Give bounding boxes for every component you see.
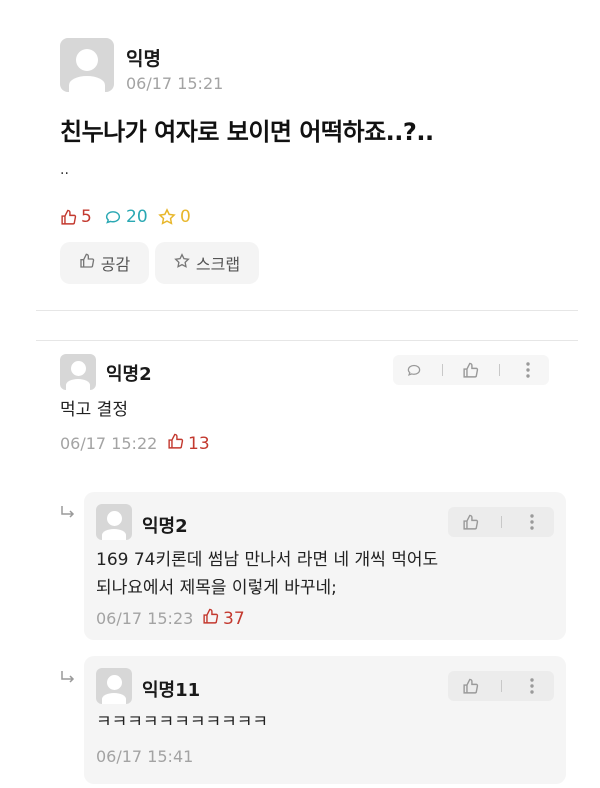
comment-toolbar (393, 355, 549, 385)
reply-like-count: 37 (202, 608, 245, 630)
post-divider (36, 310, 578, 311)
reply-author-avatar (96, 668, 132, 704)
reply-text-line1: 169 74키론데 썸남 만나서 라면 네 개씩 먹어도 (96, 550, 439, 570)
like-count-value: 13 (188, 434, 210, 454)
scrap-button-label: 스크랩 (195, 255, 241, 274)
comment-count-value: 20 (126, 207, 148, 227)
reply-arrow-icon (60, 505, 76, 525)
post-author-name: 익명 (126, 48, 161, 70)
reply-card: 익명11 ㅋㅋㅋㅋㅋㅋㅋㅋㅋㅋㅋ 06/17 15:41 (84, 656, 566, 784)
thumbs-up-icon[interactable] (456, 358, 486, 382)
reply-author-avatar (96, 504, 132, 540)
comments-divider (36, 340, 578, 341)
reply-card: 익명2 169 74키론데 썸남 만나서 라면 네 개씩 먹어도 되나요에서 제… (84, 492, 566, 640)
reply-author-name: 익명11 (142, 680, 201, 701)
reply-toolbar (448, 507, 554, 537)
thumbs-up-icon (202, 608, 219, 630)
post-body: .. (60, 162, 69, 178)
like-count-value: 5 (81, 207, 92, 227)
reply-icon[interactable] (399, 358, 429, 382)
reply-text: ㅋㅋㅋㅋㅋㅋㅋㅋㅋㅋㅋ (96, 712, 269, 732)
post-comment-count: 20 (104, 207, 148, 227)
reply-arrow-icon (60, 670, 76, 690)
thumbs-up-icon[interactable] (456, 674, 486, 698)
comment-timestamp: 06/17 15:22 (60, 434, 158, 453)
post-title: 친누나가 여자로 보이면 어떡하죠..?.. (60, 118, 434, 146)
toolbar-separator (500, 516, 502, 528)
like-button[interactable]: 공감 (60, 242, 149, 284)
reply-timestamp: 06/17 15:23 (96, 609, 194, 628)
more-options-icon[interactable] (517, 510, 547, 534)
post-timestamp: 06/17 15:21 (126, 74, 224, 93)
star-icon (158, 208, 176, 226)
scrap-count-value: 0 (180, 207, 191, 227)
thumbs-up-icon (167, 433, 184, 455)
thumbs-up-icon (60, 209, 77, 226)
comment-author-name: 익명2 (106, 364, 152, 385)
like-button-label: 공감 (100, 255, 131, 274)
toolbar-separator (442, 364, 444, 376)
post-like-count: 5 (60, 207, 92, 227)
comment-like-count: 13 (167, 433, 210, 455)
thumbs-up-icon (79, 253, 95, 273)
reply-toolbar (448, 671, 554, 701)
star-icon (174, 253, 190, 273)
toolbar-separator (500, 680, 502, 692)
more-options-icon[interactable] (517, 674, 547, 698)
post-author-avatar (60, 38, 114, 92)
reply-text-line2: 되나요에서 제목을 이렇게 바꾸네; (96, 578, 337, 598)
toolbar-separator (498, 364, 500, 376)
reply-timestamp: 06/17 15:41 (96, 747, 194, 766)
comment-text: 먹고 결정 (60, 400, 128, 420)
post-scrap-count: 0 (158, 207, 191, 227)
more-options-icon[interactable] (513, 358, 543, 382)
like-count-value: 37 (223, 609, 245, 629)
comment-author-avatar (60, 354, 96, 390)
thumbs-up-icon[interactable] (456, 510, 486, 534)
reply-author-name: 익명2 (142, 516, 188, 537)
scrap-button[interactable]: 스크랩 (155, 242, 259, 284)
comment-icon (104, 209, 122, 226)
